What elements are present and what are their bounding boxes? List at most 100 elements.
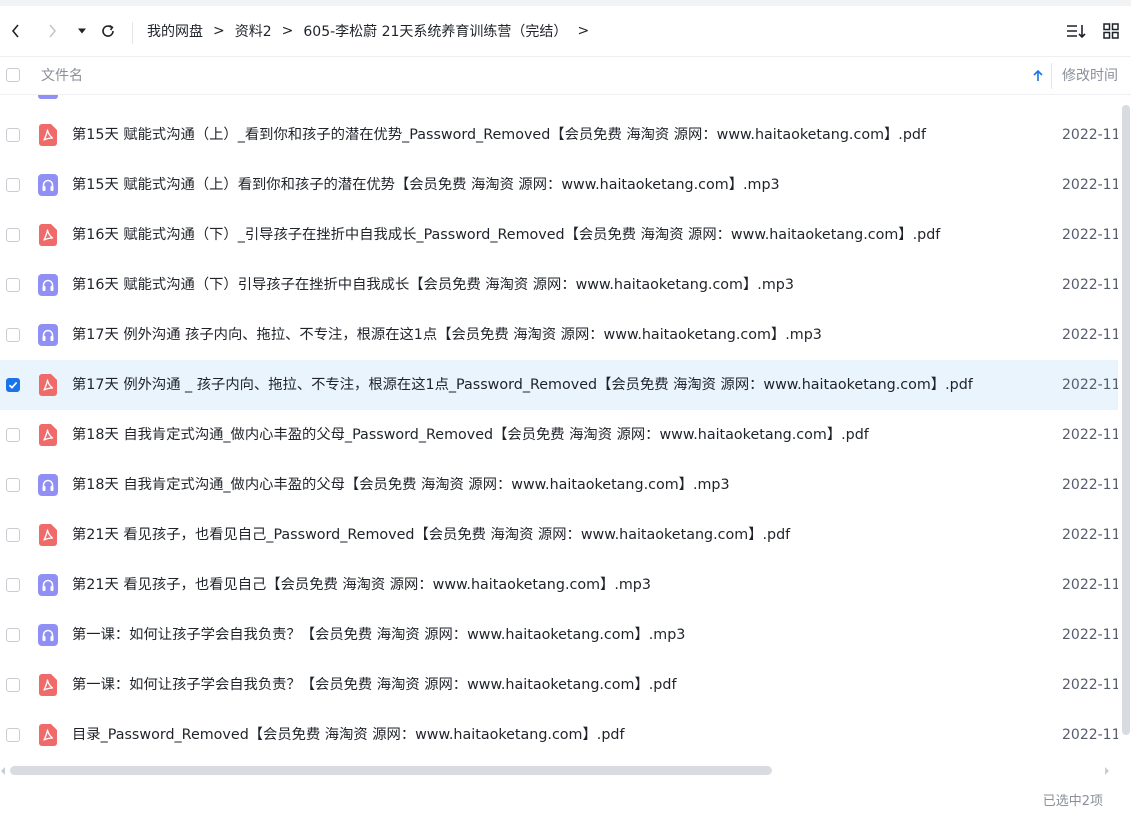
chevron-left-icon: [11, 24, 19, 38]
file-name[interactable]: 第一课：如何让孩子学会自我负责？【会员免费 海淘资 源网：www.haitaok…: [72, 610, 685, 660]
horizontal-scrollbar-thumb[interactable]: [10, 766, 772, 775]
file-modified-date: 2022-11: [1062, 577, 1118, 593]
nav-bar: 我的网盘 > 资料2 > 605-李松蔚 21天系统养育训练营（完结） >: [0, 6, 1131, 56]
file-list: 第15天 赋能式沟通（上）_看到你和孩子的潜在优势_Password_Remov…: [0, 95, 1118, 760]
file-row[interactable]: 第17天 例外沟通 _ 孩子内向、拖拉、不专注，根源在这1点_Password_…: [0, 360, 1118, 410]
file-row[interactable]: 第18天 自我肯定式沟通_做内心丰盈的父母_Password_Removed【会…: [0, 410, 1118, 460]
row-checkbox[interactable]: [6, 728, 20, 742]
file-modified-date: 2022-11: [1062, 377, 1118, 393]
breadcrumb-item[interactable]: 我的网盘: [147, 21, 203, 41]
file-name[interactable]: 第16天 赋能式沟通（下）_引导孩子在挫折中自我成长_Password_Remo…: [72, 210, 940, 260]
pdf-file-icon: [38, 724, 58, 746]
column-modified-header[interactable]: 修改时间: [1062, 57, 1118, 95]
select-all-checkbox[interactable]: [6, 68, 20, 82]
file-row[interactable]: 第一课：如何让孩子学会自我负责？【会员免费 海淘资 源网：www.haitaok…: [0, 660, 1118, 710]
row-checkbox[interactable]: [6, 528, 20, 542]
file-row[interactable]: 第一课：如何让孩子学会自我负责？【会员免费 海淘资 源网：www.haitaok…: [0, 610, 1118, 660]
breadcrumb-item[interactable]: 605-李松蔚 21天系统养育训练营（完结）: [303, 21, 567, 41]
sort-indicator[interactable]: [1032, 57, 1044, 95]
file-name[interactable]: 第16天 赋能式沟通（下）引导孩子在挫折中自我成长【会员免费 海淘资 源网：ww…: [72, 260, 794, 310]
refresh-button[interactable]: [96, 6, 120, 56]
row-checkbox[interactable]: [6, 428, 20, 442]
file-modified-date: 2022-11: [1062, 127, 1118, 143]
column-divider[interactable]: [1051, 63, 1052, 89]
grid-view-button[interactable]: [1099, 6, 1123, 56]
file-name[interactable]: 第15天 赋能式沟通（上）_看到你和孩子的潜在优势_Password_Remov…: [72, 110, 926, 160]
row-checkbox[interactable]: [6, 378, 20, 392]
audio-file-icon: [38, 474, 58, 496]
pdf-file-icon: [38, 424, 58, 446]
breadcrumb-item[interactable]: 资料2: [235, 21, 272, 41]
forward-button[interactable]: [40, 6, 64, 56]
file-row[interactable]: 第21天 看见孩子，也看见自己_Password_Removed【会员免费 海淘…: [0, 510, 1118, 560]
horizontal-scrollbar[interactable]: [0, 762, 1118, 780]
sort-button[interactable]: [1064, 6, 1088, 56]
row-checkbox[interactable]: [6, 128, 20, 142]
file-row[interactable]: 第15天 赋能式沟通（上）_看到你和孩子的潜在优势_Password_Remov…: [0, 110, 1118, 160]
selection-status: 已选中2项: [1042, 794, 1103, 809]
sort-list-icon: [1067, 25, 1086, 39]
audio-file-icon: [38, 95, 58, 99]
chevron-right-icon: [49, 24, 57, 38]
breadcrumb-separator: >: [281, 23, 294, 39]
file-row[interactable]: 第15天 赋能式沟通（上）看到你和孩子的潜在优势【会员免费 海淘资 源网：www…: [0, 160, 1118, 210]
file-modified-date: 2022-11: [1062, 627, 1118, 643]
file-name[interactable]: 第15天 赋能式沟通（上）看到你和孩子的潜在优势【会员免费 海淘资 源网：www…: [72, 160, 780, 210]
back-button[interactable]: [4, 6, 28, 56]
file-name[interactable]: 第21天 看见孩子，也看见自己_Password_Removed【会员免费 海淘…: [72, 510, 790, 560]
audio-file-icon: [38, 324, 58, 346]
row-checkbox[interactable]: [6, 228, 20, 242]
file-name[interactable]: 第一课：如何让孩子学会自我负责？【会员免费 海淘资 源网：www.haitaok…: [72, 660, 677, 710]
file-modified-date: 2022-11: [1062, 477, 1118, 493]
grid-view-icon: [1103, 23, 1119, 39]
horizontal-scrollbar-track[interactable]: [10, 766, 1095, 775]
file-row[interactable]: 第16天 赋能式沟通（下）引导孩子在挫折中自我成长【会员免费 海淘资 源网：ww…: [0, 260, 1118, 310]
pdf-file-icon: [38, 124, 58, 146]
row-checkbox[interactable]: [6, 628, 20, 642]
vertical-scrollbar-thumb[interactable]: [1122, 105, 1130, 735]
vertical-scrollbar[interactable]: [1120, 95, 1131, 760]
file-row[interactable]: 目录_Password_Removed【会员免费 海淘资 源网：www.hait…: [0, 710, 1118, 760]
checkmark-icon: [8, 381, 18, 389]
file-modified-date: 2022-11: [1062, 227, 1118, 243]
file-modified-date: 2022-11: [1062, 727, 1118, 743]
row-checkbox[interactable]: [6, 578, 20, 592]
file-row[interactable]: 第21天 看见孩子，也看见自己【会员免费 海淘资 源网：www.haitaoke…: [0, 560, 1118, 610]
refresh-icon: [102, 24, 114, 37]
row-checkbox[interactable]: [6, 328, 20, 342]
pdf-file-icon: [38, 374, 58, 396]
breadcrumb-separator[interactable]: >: [577, 23, 589, 39]
row-checkbox[interactable]: [6, 678, 20, 692]
file-row[interactable]: 第17天 例外沟通 孩子内向、拖拉、不专注，根源在这1点【会员免费 海淘资 源网…: [0, 310, 1118, 360]
nav-divider: [132, 22, 133, 44]
file-row[interactable]: 第16天 赋能式沟通（下）_引导孩子在挫折中自我成长_Password_Remo…: [0, 210, 1118, 260]
caret-down-icon: [78, 28, 86, 34]
history-dropdown-button[interactable]: [74, 6, 90, 56]
pdf-file-icon: [38, 674, 58, 696]
file-name[interactable]: 第18天 自我肯定式沟通_做内心丰盈的父母_Password_Removed【会…: [72, 410, 869, 460]
column-name-header[interactable]: 文件名: [41, 57, 83, 95]
file-row[interactable]: 第18天 自我肯定式沟通_做内心丰盈的父母【会员免费 海淘资 源网：www.ha…: [0, 460, 1118, 510]
breadcrumb-separator: >: [213, 23, 225, 39]
file-name[interactable]: 第17天 例外沟通 孩子内向、拖拉、不专注，根源在这1点【会员免费 海淘资 源网…: [72, 310, 822, 360]
row-checkbox[interactable]: [6, 478, 20, 492]
column-header: 文件名 修改时间: [0, 56, 1131, 95]
scroll-left-arrow-icon[interactable]: [0, 766, 6, 776]
audio-file-icon: [38, 624, 58, 646]
row-checkbox[interactable]: [6, 278, 20, 292]
audio-file-icon: [38, 174, 58, 196]
row-checkbox[interactable]: [6, 178, 20, 192]
scroll-right-arrow-icon[interactable]: [1104, 766, 1110, 776]
file-modified-date: 2022-11: [1062, 277, 1118, 293]
file-name[interactable]: 第21天 看见孩子，也看见自己【会员免费 海淘资 源网：www.haitaoke…: [72, 560, 651, 610]
file-name[interactable]: 第17天 例外沟通 _ 孩子内向、拖拉、不专注，根源在这1点_Password_…: [72, 360, 973, 410]
sort-up-arrow-icon: [1033, 69, 1043, 81]
file-modified-date: 2022-11: [1062, 327, 1118, 343]
file-modified-date: 2022-11: [1062, 527, 1118, 543]
file-modified-date: 2022-11: [1062, 427, 1118, 443]
file-modified-date: 2022-11: [1062, 677, 1118, 693]
audio-file-icon: [38, 574, 58, 596]
file-name[interactable]: 目录_Password_Removed【会员免费 海淘资 源网：www.hait…: [72, 710, 625, 760]
file-name[interactable]: 第18天 自我肯定式沟通_做内心丰盈的父母【会员免费 海淘资 源网：www.ha…: [72, 460, 730, 510]
audio-file-icon: [38, 274, 58, 296]
